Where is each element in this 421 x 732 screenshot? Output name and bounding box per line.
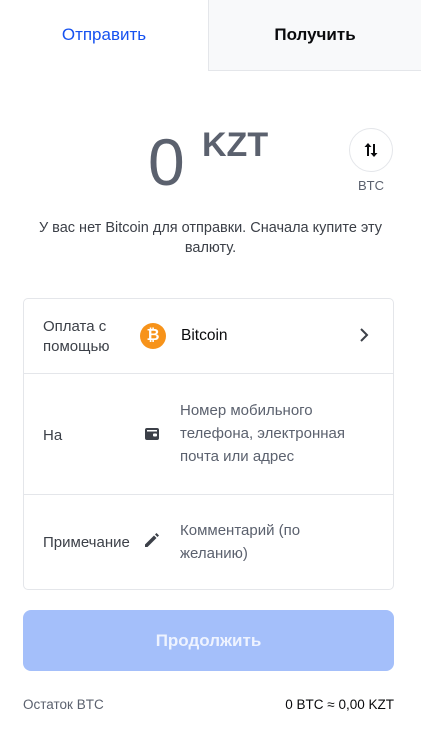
recipient-input[interactable]: Номер мобильного телефона, электронная п… [180,399,370,468]
tab-bar: Отправить Получить [0,0,421,71]
chevron-right-icon [360,328,369,342]
balance-label: Остаток BTC [23,697,104,712]
note-input[interactable]: Комментарий (по желанию) [180,519,370,565]
swap-vertical-icon [364,143,378,157]
bitcoin-icon: ₿ [140,323,166,349]
no-balance-notice: У вас нет Bitcoin для отправки. Сначала … [38,220,383,256]
recipient-label: На [43,427,63,444]
continue-button[interactable]: Продолжить [23,610,394,671]
pay-with-row[interactable]: Оплата с помощью ₿ Bitcoin [24,299,393,374]
swap-currency-label: BTC [358,178,384,193]
pay-with-asset: Bitcoin [181,327,228,344]
swap-currency-button[interactable] [349,128,393,172]
note-label: Примечание [43,534,130,551]
send-form: Оплата с помощью ₿ Bitcoin На Номер моби… [23,298,394,590]
tab-send[interactable]: Отправить [0,0,208,70]
note-row[interactable]: Примечание Комментарий (по желанию) [24,495,393,589]
pay-with-label: Оплата с помощью [43,318,110,355]
amount-value[interactable]: 0 [148,122,185,202]
pencil-icon [145,533,159,547]
amount-currency: KZT [202,126,269,164]
recipient-row[interactable]: На Номер мобильного телефона, электронна… [24,374,393,495]
tab-receive[interactable]: Получить [208,0,421,71]
balance-value: 0 BTC ≈ 0,00 KZT [285,697,394,712]
wallet-icon [145,428,159,440]
